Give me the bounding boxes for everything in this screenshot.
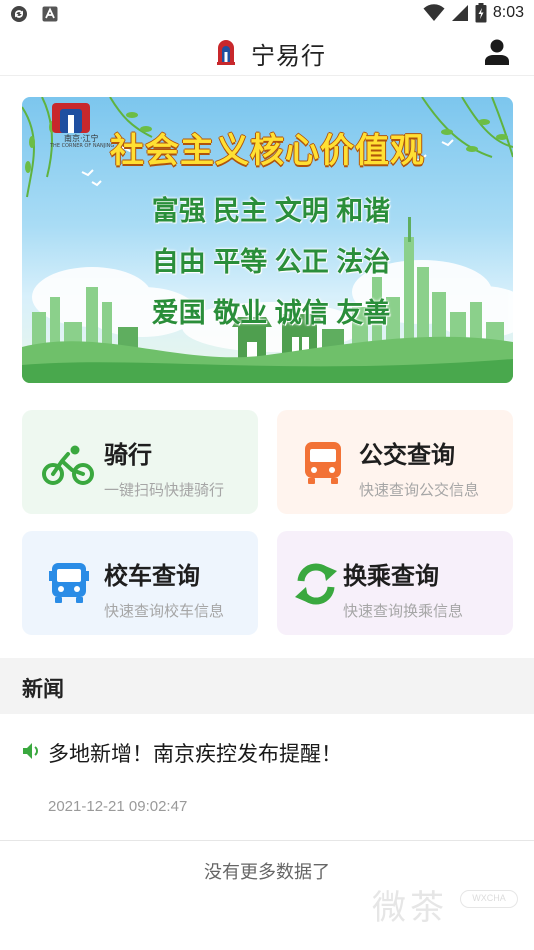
value-word: 富强 — [151, 196, 206, 227]
core-values-banner[interactable]: 南京·江宁 THE CORNER OF NANJING 社会主义核心价值观 富强… — [22, 97, 513, 383]
news-section-title: 新闻 — [22, 677, 64, 701]
value-word: 诚信 — [274, 298, 329, 329]
bus-icon — [305, 442, 341, 484]
app-title: 宁易行 — [251, 42, 326, 70]
value-word: 和谐 — [336, 196, 391, 227]
card-title: 骑行 — [104, 441, 152, 469]
value-word: 友善 — [336, 298, 391, 329]
card-title: 换乘查询 — [343, 562, 439, 590]
news-date: 2021-12-21 09:02:47 — [48, 798, 188, 815]
school-bus-icon — [49, 563, 89, 603]
speaker-icon — [23, 743, 38, 759]
app-header: 宁易行 — [0, 28, 534, 76]
bus-query-card[interactable]: 公交查询 快速查询公交信息 — [277, 410, 513, 514]
app-notification-icon — [42, 6, 58, 22]
nanjing-logo-icon — [217, 40, 235, 65]
watermark-logo: 微茶 WXCHA — [372, 880, 522, 932]
value-word: 敬业 — [213, 298, 268, 329]
news-title[interactable]: 多地新增！南京疾控发布提醒！ — [48, 738, 342, 768]
card-subtitle: 一键扫码快捷骑行 — [104, 481, 225, 499]
value-word: 平等 — [213, 247, 268, 278]
news-section-header: 新闻 — [0, 658, 534, 714]
status-time: 8:03 — [492, 4, 524, 21]
value-word: 爱国 — [151, 298, 206, 329]
watermark-text: 微茶 — [372, 888, 448, 928]
card-subtitle: 快速查询公交信息 — [359, 481, 480, 499]
card-title: 公交查询 — [359, 441, 455, 469]
wifi-icon — [423, 4, 445, 21]
bicycle-icon — [42, 445, 94, 485]
banner-headline: 社会主义核心价值观 — [110, 131, 425, 171]
transfer-query-card[interactable]: 换乘查询 快速查询换乘信息 — [277, 531, 513, 635]
status-bar: 8:03 — [0, 0, 534, 28]
cell-signal-icon — [451, 5, 468, 21]
settings-sync-icon — [11, 6, 27, 22]
value-word: 民主 — [213, 196, 268, 227]
cycling-card[interactable]: 骑行 一键扫码快捷骑行 — [22, 410, 258, 514]
card-subtitle: 快速查询换乘信息 — [343, 602, 464, 620]
news-list-item[interactable]: 多地新增！南京疾控发布提醒！ 2021-12-21 09:02:47 — [0, 714, 534, 841]
value-word: 法治 — [336, 247, 391, 278]
school-bus-card[interactable]: 校车查询 快速查询校车信息 — [22, 531, 258, 635]
transfer-icon — [295, 563, 337, 605]
card-subtitle: 快速查询校车信息 — [104, 602, 225, 620]
value-word: 公正 — [274, 247, 329, 278]
core-values-grid: 富强 民主 文明 和谐 自由 平等 公正 法治 爱国 敬业 诚信 友善 — [148, 189, 394, 330]
value-word: 自由 — [151, 247, 206, 278]
user-profile-icon[interactable] — [484, 38, 510, 66]
battery-charging-icon — [475, 3, 487, 23]
watermark-badge: WXCHA — [460, 890, 518, 908]
value-word: 文明 — [274, 196, 329, 227]
card-title: 校车查询 — [104, 562, 200, 590]
